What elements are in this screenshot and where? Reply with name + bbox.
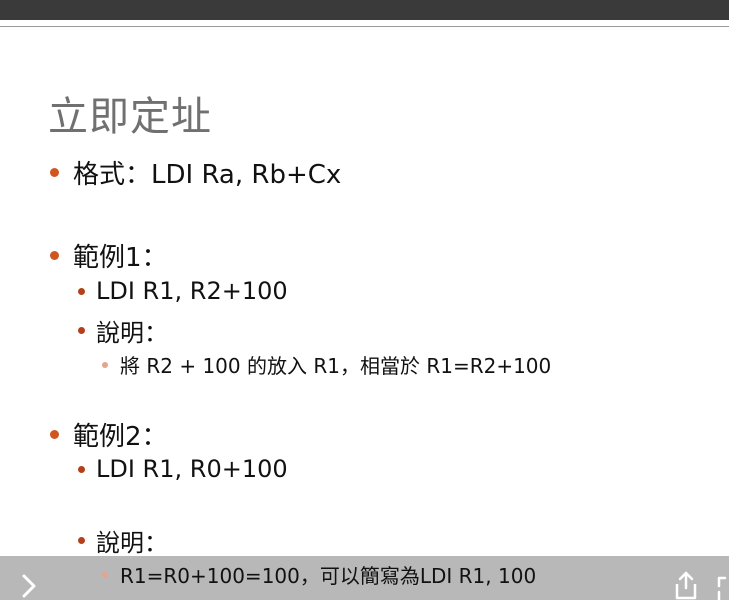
example2-heading: 範例2： <box>73 422 168 452</box>
bullet-dot <box>78 537 85 544</box>
chevron-right-icon <box>22 574 36 598</box>
bullet-example2-explain: R1=R0+100=100，可以簡寫為LDI R1, 100 <box>102 560 536 589</box>
bullet-dot <box>50 430 59 439</box>
share-button[interactable] <box>672 570 700 600</box>
slide-top-divider <box>0 26 729 27</box>
example2-explain-label: 說明： <box>96 529 168 557</box>
bullet-format: 格式：LDI Ra, Rb+Cx <box>50 154 341 191</box>
bullet-dot <box>102 571 108 578</box>
share-icon <box>675 571 697 600</box>
example2-code: LDI R1, R0+100 <box>96 455 288 483</box>
next-slide-button[interactable] <box>18 572 40 600</box>
viewer-top-bar <box>0 0 729 20</box>
bullet-example2-code: LDI R1, R0+100 <box>78 455 288 483</box>
example1-heading: 範例1： <box>73 243 168 273</box>
bullet-example1-explain-label: 說明： <box>78 313 168 348</box>
bullet-dot <box>102 361 108 368</box>
fullscreen-icon <box>717 576 727 602</box>
bullet-example2-explain-label: 說明： <box>78 523 168 558</box>
bullet-dot <box>78 465 85 473</box>
example1-explain-label: 說明： <box>96 319 168 347</box>
slide-title: 立即定址 <box>48 94 212 140</box>
example1-code: LDI R1, R2+100 <box>96 277 288 305</box>
example2-explain: R1=R0+100=100，可以簡寫為LDI R1, 100 <box>120 564 537 588</box>
fullscreen-button[interactable] <box>714 574 729 602</box>
bullet-dot <box>50 251 59 260</box>
bullet-example1: 範例1： <box>50 237 168 274</box>
bullet-example2: 範例2： <box>50 416 168 453</box>
example1-explain: 將 R2 + 100 的放入 R1，相當於 R1=R2+100 <box>120 354 552 378</box>
bullet-dot <box>78 287 85 295</box>
bullet-dot <box>50 168 59 177</box>
bullet-example1-code: LDI R1, R2+100 <box>78 277 288 305</box>
bullet-dot <box>78 327 85 334</box>
format-text: 格式：LDI Ra, Rb+Cx <box>73 160 342 190</box>
bullet-example1-explain: 將 R2 + 100 的放入 R1，相當於 R1=R2+100 <box>102 350 551 379</box>
